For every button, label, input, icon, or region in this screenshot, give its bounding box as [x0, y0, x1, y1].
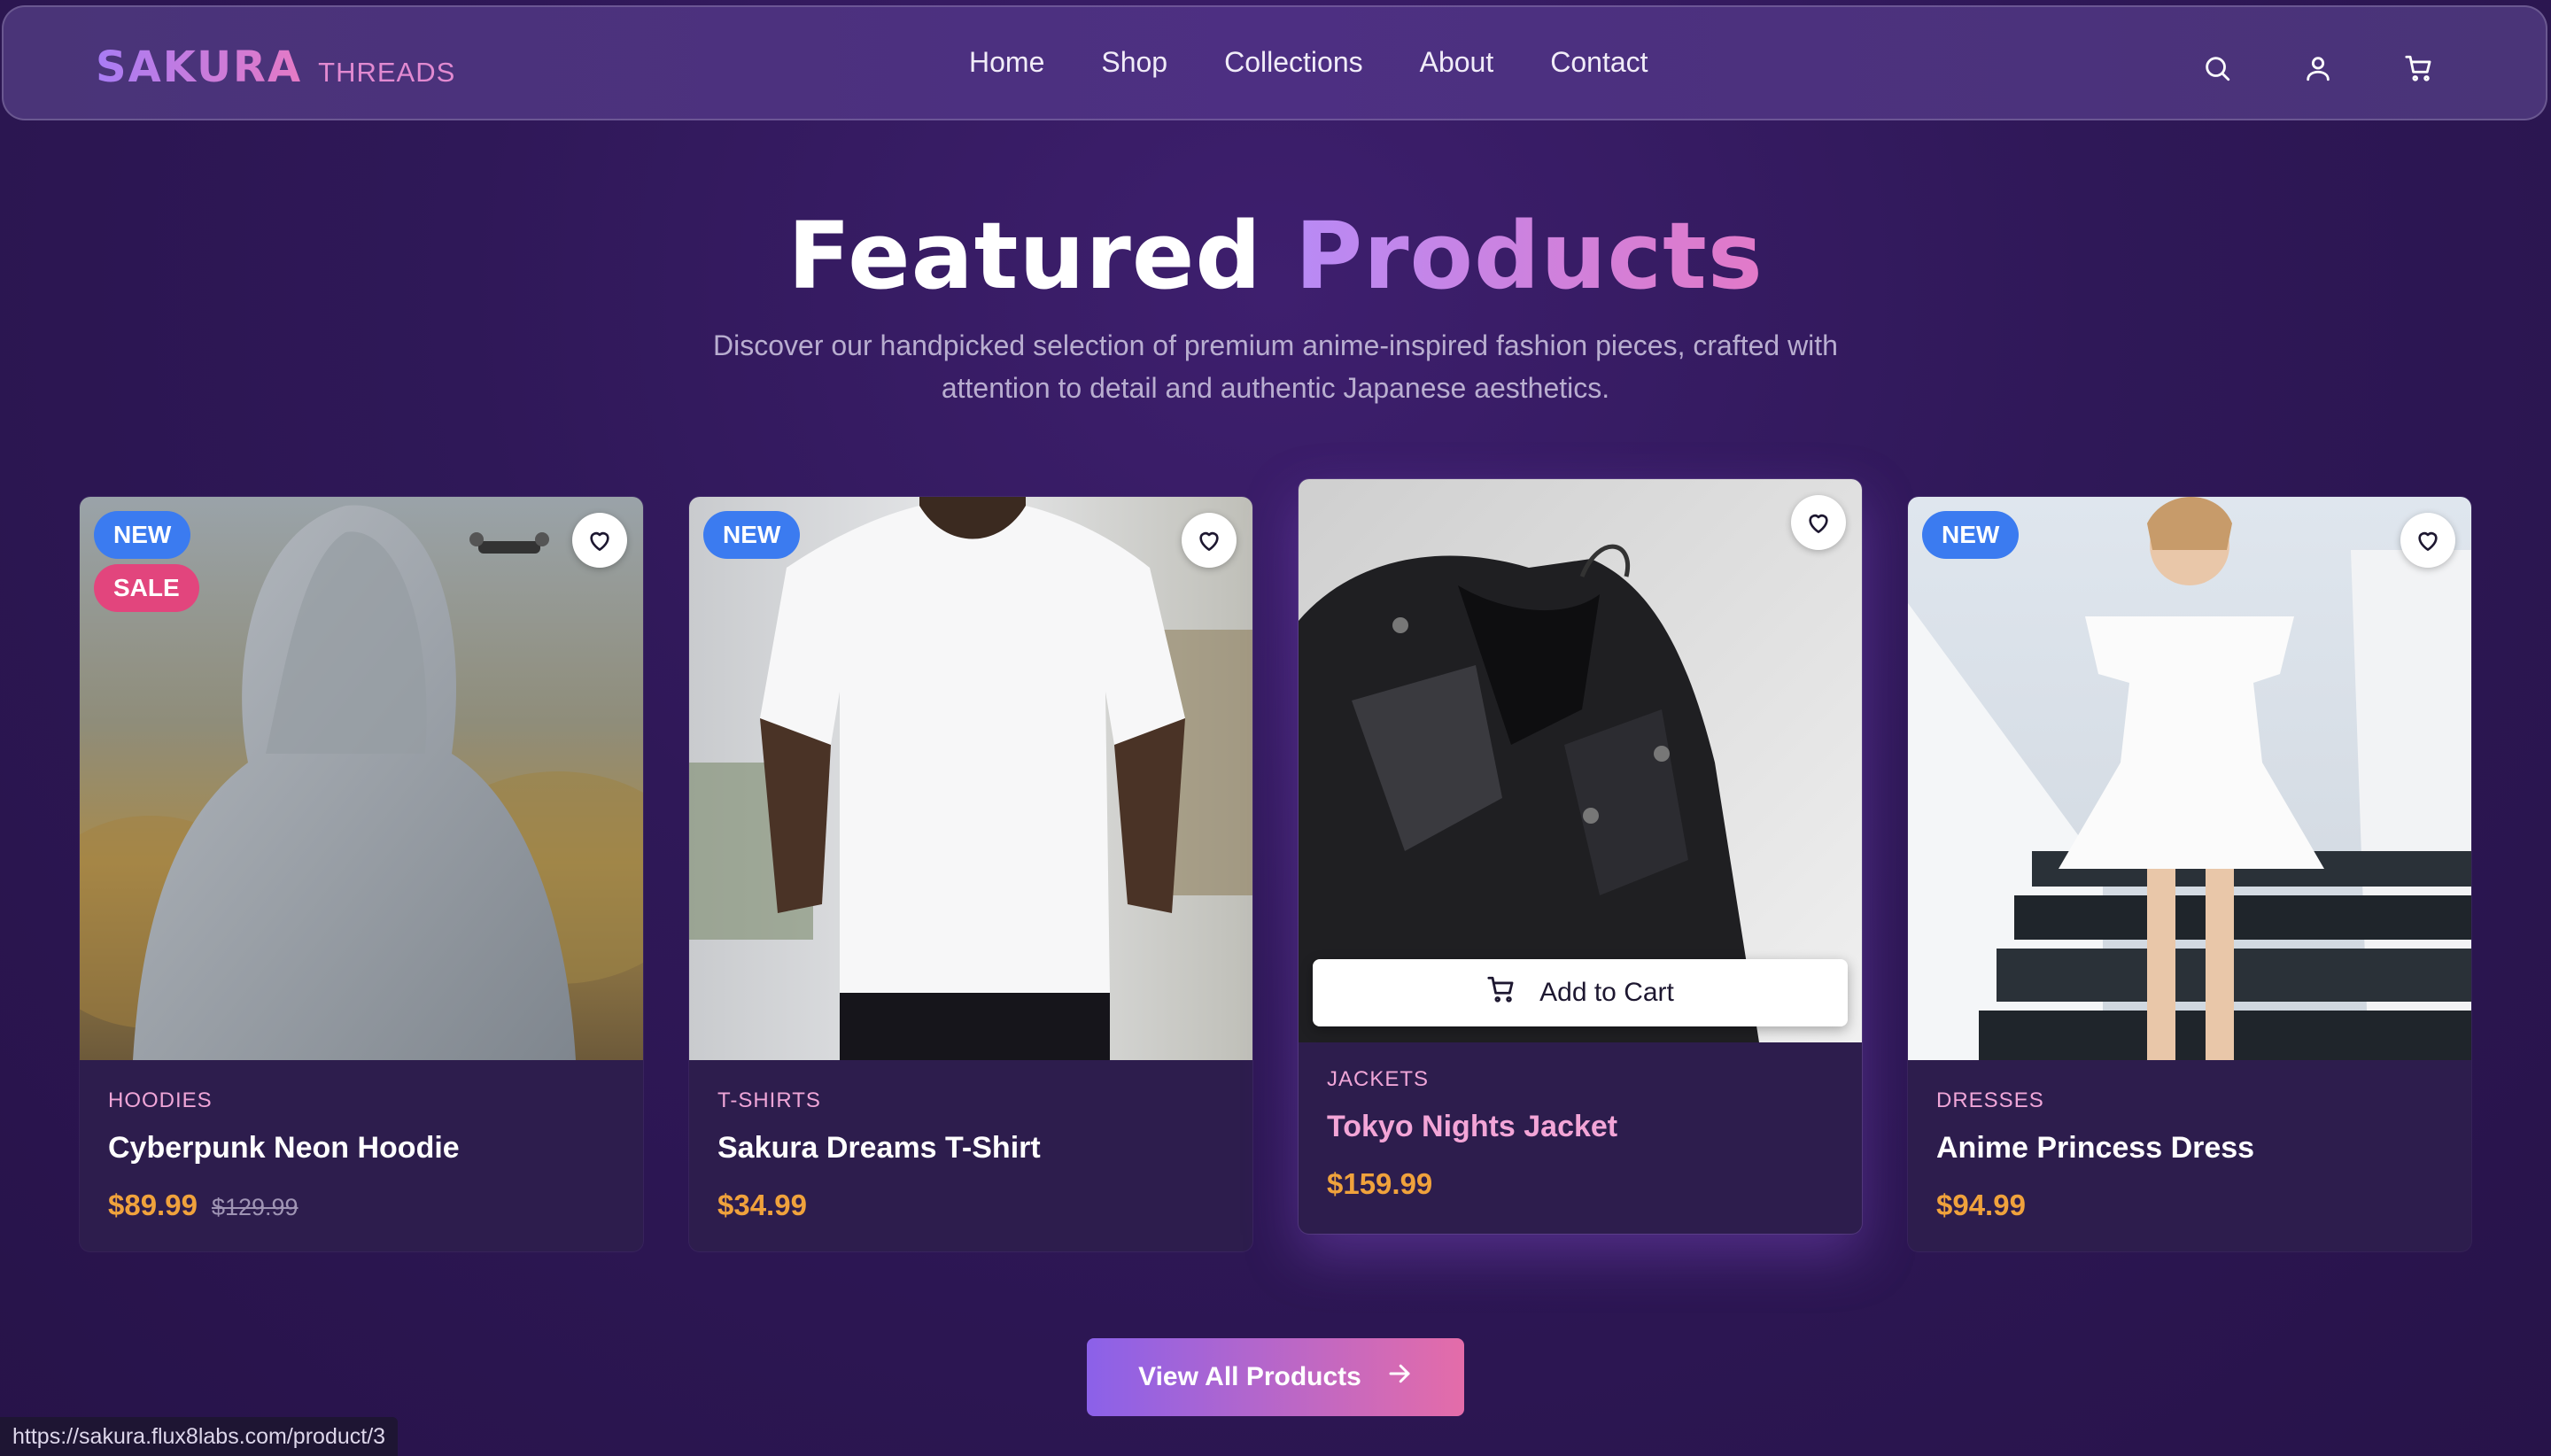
wishlist-heart-icon[interactable] — [1791, 495, 1846, 550]
logo-main-text: SAKURA — [96, 43, 303, 92]
brand-logo[interactable]: SAKURA THREADS — [96, 43, 455, 92]
nav-links: Home Shop Collections About Contact — [969, 46, 1648, 79]
product-info: HOODIES Cyberpunk Neon Hoodie $89.99 $12… — [108, 1088, 615, 1222]
product-info: JACKETS Tokyo Nights Jacket $159.99 — [1327, 1067, 1834, 1201]
product-name[interactable]: Tokyo Nights Jacket — [1327, 1110, 1834, 1144]
cart-icon[interactable] — [2404, 53, 2434, 83]
nav-link-about[interactable]: About — [1420, 46, 1494, 79]
wishlist-heart-icon[interactable] — [2400, 513, 2455, 568]
product-name[interactable]: Anime Princess Dress — [1936, 1131, 2443, 1166]
wishlist-heart-icon[interactable] — [572, 513, 627, 568]
nav-icons — [2202, 53, 2434, 83]
product-name[interactable]: Sakura Dreams T-Shirt — [717, 1131, 1224, 1166]
product-price: $89.99 — [108, 1189, 198, 1221]
section-title: Featured Products — [0, 202, 2551, 310]
badge-new: NEW — [94, 511, 191, 559]
nav-link-contact[interactable]: Contact — [1550, 46, 1648, 79]
section-subtitle: Discover our handpicked selection of pre… — [713, 329, 1838, 404]
nav-link-home[interactable]: Home — [969, 46, 1044, 79]
view-all-products-label: View All Products — [1138, 1362, 1361, 1391]
product-card-dress[interactable]: NEW DRESSES Anime Princess Dress $94.99 — [1908, 497, 2471, 1251]
badge-new: NEW — [1922, 511, 2020, 559]
price-row: $89.99 $129.99 — [108, 1189, 615, 1222]
product-old-price: $129.99 — [211, 1194, 299, 1220]
product-card-jacket[interactable]: Add to Cart JACKETS Tokyo Nights Jacket … — [1299, 479, 1862, 1234]
search-icon[interactable] — [2202, 53, 2232, 83]
product-image-jacket[interactable]: Add to Cart — [1299, 479, 1862, 1042]
product-price: $34.99 — [717, 1189, 807, 1221]
add-to-cart-label: Add to Cart — [1539, 978, 1674, 1007]
product-info: DRESSES Anime Princess Dress $94.99 — [1936, 1088, 2443, 1222]
price-row: $34.99 — [717, 1189, 1224, 1222]
view-all-products-button[interactable]: View All Products — [1087, 1338, 1464, 1416]
arrow-right-icon — [1386, 1360, 1413, 1394]
add-to-cart-button[interactable]: Add to Cart — [1313, 959, 1848, 1026]
nav-link-collections[interactable]: Collections — [1224, 46, 1363, 79]
section-title-white: Featured — [787, 202, 1262, 310]
top-navbar: SAKURA THREADS Home Shop Collections Abo… — [2, 5, 2547, 120]
section-title-gradient: Products — [1295, 202, 1764, 310]
cart-icon — [1486, 974, 1516, 1011]
product-price: $159.99 — [1327, 1167, 1433, 1200]
link-preview-url: https://sakura.flux8labs.com/product/3 — [0, 1417, 399, 1456]
product-card-tshirt[interactable]: NEW T-SHIRTS Sakura Dreams T-Shirt $34.9… — [689, 497, 1252, 1251]
product-image-hoodie[interactable]: NEW SALE — [80, 497, 643, 1060]
logo-sub-text: THREADS — [318, 57, 456, 88]
product-category: T-SHIRTS — [717, 1088, 821, 1112]
product-category: HOODIES — [108, 1088, 213, 1112]
product-price: $94.99 — [1936, 1189, 2026, 1221]
product-card-hoodie[interactable]: NEW SALE HOODIES Cyberpunk Neon Hoodie $… — [80, 497, 643, 1251]
price-row: $159.99 — [1327, 1167, 1834, 1201]
product-category: DRESSES — [1936, 1088, 2044, 1112]
nav-link-shop[interactable]: Shop — [1101, 46, 1167, 79]
product-category: JACKETS — [1327, 1067, 1430, 1091]
badge-new: NEW — [703, 511, 801, 559]
badge-sale: SALE — [94, 564, 199, 612]
product-info: T-SHIRTS Sakura Dreams T-Shirt $34.99 — [717, 1088, 1224, 1222]
wishlist-heart-icon[interactable] — [1182, 513, 1237, 568]
price-row: $94.99 — [1936, 1189, 2443, 1222]
product-image-dress[interactable]: NEW — [1908, 497, 2471, 1060]
product-image-tshirt[interactable]: NEW — [689, 497, 1252, 1060]
product-name[interactable]: Cyberpunk Neon Hoodie — [108, 1131, 615, 1166]
user-icon[interactable] — [2303, 53, 2333, 83]
